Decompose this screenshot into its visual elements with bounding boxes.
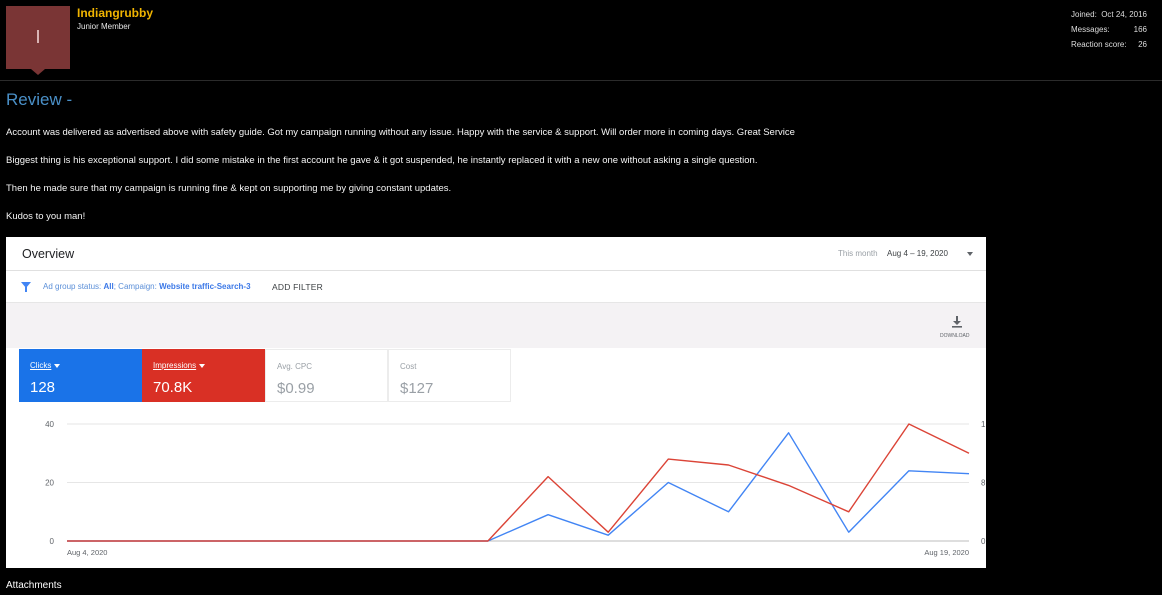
metric-label: Cost xyxy=(400,362,417,371)
stat-value: Oct 24, 2016 xyxy=(1101,10,1147,19)
filter-campaign: Website traffic-Search-3 xyxy=(159,282,251,291)
metric-label: Impressions xyxy=(153,361,206,370)
caret-down-icon xyxy=(54,363,61,368)
avatar-letter: I xyxy=(35,27,41,47)
stat-value[interactable]: 166 xyxy=(1134,22,1147,37)
filter-status: All xyxy=(103,282,114,291)
download-label[interactable]: DOWNLOAD xyxy=(940,333,969,339)
caret-down-icon xyxy=(199,363,206,368)
metric-value: $0.99 xyxy=(277,380,315,397)
filter-icon-stem xyxy=(25,287,27,292)
metric-label-text: Impressions xyxy=(153,361,197,370)
post-heading: Review - xyxy=(6,90,73,109)
stat-messages: Messages: 166 xyxy=(1071,22,1147,37)
filter-summary[interactable]: Ad group status: All; Campaign: Website … xyxy=(43,282,251,291)
y2-tick-label: 1 xyxy=(981,420,986,429)
toolbar-band: DOWNLOAD xyxy=(6,303,986,348)
date-period[interactable]: This month xyxy=(838,249,878,258)
metric-card-clicks[interactable]: Clicks 128 xyxy=(19,349,142,402)
add-filter-button[interactable]: ADD FILTER xyxy=(272,282,323,292)
series-line-clicks xyxy=(67,432,970,542)
post-paragraph: Biggest thing is his exceptional support… xyxy=(6,155,758,166)
metric-label: Clicks xyxy=(30,361,61,370)
filter-middle: ; Campaign: xyxy=(113,282,160,291)
chevron-down-icon[interactable] xyxy=(967,252,973,256)
stat-value: 26 xyxy=(1138,40,1147,49)
filter-prefix: Ad group status: xyxy=(43,282,104,291)
metric-card-avg-cpc[interactable]: Avg. CPC $0.99 xyxy=(265,349,388,402)
avatar-pointer xyxy=(31,69,45,75)
post-divider xyxy=(0,80,1162,81)
overview-header: Overview This month Aug 4 – 19, 2020 xyxy=(6,237,986,271)
x-tick-label: Aug 19, 2020 xyxy=(924,548,969,557)
date-range[interactable]: Aug 4 – 19, 2020 xyxy=(887,249,948,258)
metric-value: $127 xyxy=(400,380,434,397)
metric-label: Avg. CPC xyxy=(277,362,312,371)
ads-overview-screenshot[interactable]: Overview This month Aug 4 – 19, 2020 Ad … xyxy=(6,237,986,568)
metric-value: 70.8K xyxy=(153,379,193,396)
post-paragraph: Kudos to you man! xyxy=(6,211,86,222)
y2-tick-label: 0 xyxy=(981,537,986,546)
filter-bar: Ad group status: All; Campaign: Website … xyxy=(6,271,986,303)
stat-label: Reaction score: xyxy=(1071,40,1127,49)
user-stats: Joined: Oct 24, 2016 Messages: 166 React… xyxy=(1071,7,1147,52)
avatar[interactable]: I xyxy=(6,6,70,69)
stat-reaction-score: Reaction score: 26 xyxy=(1071,37,1147,52)
download-icon[interactable] xyxy=(950,315,964,329)
performance-line-chart[interactable]: 0 20 40 0 8 1 Aug 4, 2020 Aug 19, 2020 xyxy=(6,407,986,568)
metric-label-text: Clicks xyxy=(30,361,52,370)
y2-tick-label: 8 xyxy=(981,479,986,488)
user-title: Junior Member xyxy=(77,22,131,31)
stat-label: Joined: xyxy=(1071,10,1097,19)
y-tick-label: 40 xyxy=(45,420,54,429)
metric-card-impressions[interactable]: Impressions 70.8K xyxy=(142,349,265,402)
overview-title: Overview xyxy=(22,247,75,261)
post-paragraph: Then he made sure that my campaign is ru… xyxy=(6,183,452,194)
y-tick-label: 0 xyxy=(50,537,55,546)
stat-joined: Joined: Oct 24, 2016 xyxy=(1071,7,1147,22)
x-tick-label: Aug 4, 2020 xyxy=(67,548,107,557)
attachments-label: Attachments xyxy=(6,580,62,591)
y-tick-label: 20 xyxy=(45,479,54,488)
stat-label: Messages: xyxy=(1071,25,1110,34)
metric-card-cost[interactable]: Cost $127 xyxy=(388,349,511,402)
metric-value: 128 xyxy=(30,379,56,396)
post-paragraph: Account was delivered as advertised abov… xyxy=(6,127,795,138)
username-link[interactable]: Indiangrubby xyxy=(77,6,153,20)
